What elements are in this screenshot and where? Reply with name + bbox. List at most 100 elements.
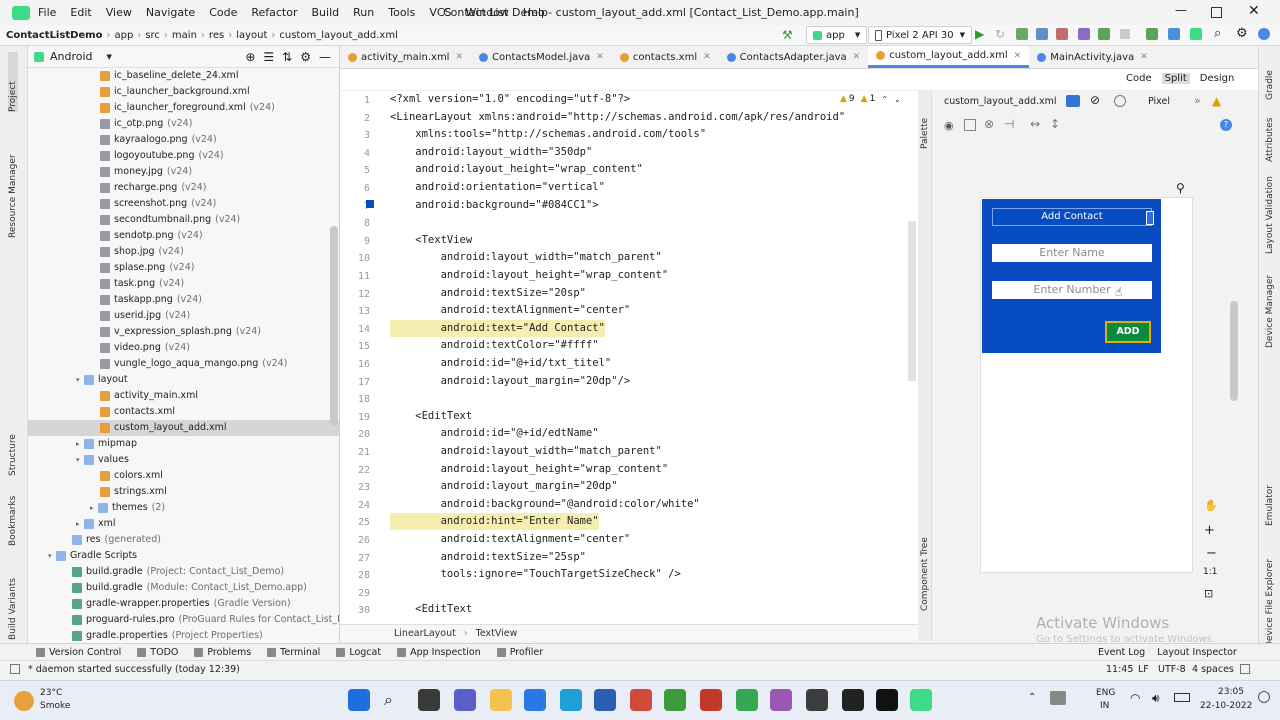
code-line[interactable]: android:id="@+id/txt_titel" — [390, 355, 612, 372]
run-config-select[interactable]: app ▼ — [806, 26, 868, 44]
tool-logcat[interactable]: Logcat — [336, 647, 381, 658]
close-window-icon[interactable]: ✕ — [1248, 3, 1260, 19]
design-mode-button[interactable]: Design — [1200, 73, 1235, 84]
device-manager-icon[interactable] — [1168, 28, 1180, 40]
collapse-all-icon[interactable]: ☰ — [263, 50, 274, 64]
tree-item[interactable]: screenshot.png (v24) — [28, 196, 339, 212]
code-mode-button[interactable]: Code — [1126, 73, 1152, 84]
line-ending[interactable]: LF — [1138, 664, 1149, 675]
code-line[interactable]: android:textSize="25sp" — [390, 549, 586, 566]
chrome-alt-icon[interactable] — [700, 689, 722, 711]
chevron-right-icon[interactable]: ▸ — [76, 436, 84, 452]
resource-manager-tab[interactable]: Resource Manager — [8, 118, 18, 238]
breadcrumb-item[interactable]: app — [114, 30, 133, 41]
tree-item[interactable]: ▾ values — [28, 452, 339, 468]
lock-icon[interactable] — [1240, 664, 1250, 674]
update-icon[interactable] — [1258, 28, 1270, 40]
breadcrumb-item[interactable]: src — [145, 30, 160, 41]
code-line[interactable]: xmlns:tools="http://schemas.android.com/… — [390, 126, 706, 143]
tab-custom-layout-add-xml[interactable]: custom_layout_add.xml ✕ — [868, 46, 1030, 68]
chat-icon[interactable] — [454, 689, 476, 711]
tree-item[interactable]: ▸ mipmap — [28, 436, 339, 452]
tab-mainactivity-java[interactable]: MainActivity.java ✕ — [1029, 46, 1156, 68]
menu-file[interactable]: File — [38, 6, 56, 19]
code-line[interactable]: android:layout_width="match_parent" — [390, 443, 662, 460]
edge-icon[interactable] — [560, 689, 582, 711]
sync-gradle-icon[interactable] — [1146, 28, 1158, 40]
code-line[interactable]: android:textColor="#ffff" — [390, 337, 599, 354]
tree-item[interactable]: build.gradle (Project: Contact_List_Demo) — [28, 564, 339, 580]
tool-terminal[interactable]: Terminal — [267, 647, 320, 658]
chevron-down-icon[interactable]: ▾ — [76, 452, 84, 468]
code-line[interactable]: android:textAlignment="center" — [390, 302, 631, 319]
status-toggle-icon[interactable] — [10, 664, 20, 674]
color-swatch-icon[interactable] — [366, 200, 374, 208]
eye-icon[interactable]: ◉ — [944, 119, 954, 132]
store-icon[interactable] — [524, 689, 546, 711]
orientation-icon[interactable]: ⊘ — [1090, 93, 1100, 107]
apply-changes-icon[interactable] — [1078, 28, 1090, 40]
clear-constraints-icon[interactable]: ⊣ — [1004, 117, 1014, 131]
preview-name-input[interactable]: Enter Name — [992, 244, 1152, 262]
resize-handle[interactable] — [1146, 211, 1154, 225]
device-file-explorer-tab[interactable]: Device File Explorer — [1265, 538, 1275, 648]
tree-item[interactable]: recharge.png (v24) — [28, 180, 339, 196]
close-tab-icon[interactable]: ✕ — [455, 52, 463, 62]
maximize-icon[interactable] — [1211, 7, 1222, 18]
tree-item[interactable]: ic_otp.png (v24) — [28, 116, 339, 132]
tray-app-icon[interactable] — [1050, 691, 1066, 705]
close-tab-icon[interactable]: ✕ — [1014, 51, 1022, 61]
search-icon[interactable]: ⌕ — [1214, 26, 1221, 41]
code-line[interactable]: android:background="@android:color/white… — [390, 496, 700, 513]
tree-item[interactable]: vungle_logo_aqua_mango.png (v24) — [28, 356, 339, 372]
tree-item[interactable]: strings.xml — [28, 484, 339, 500]
target-icon[interactable]: ⊕ — [245, 50, 255, 64]
search-icon[interactable]: ⌕ — [384, 689, 406, 711]
tab-contacts-xml[interactable]: contacts.xml ✕ — [612, 46, 719, 68]
zoom-out-icon[interactable]: − — [1206, 546, 1217, 561]
close-tab-icon[interactable]: ✕ — [703, 52, 711, 62]
apply-code-changes-icon[interactable] — [1098, 28, 1110, 40]
tree-item[interactable]: money.jpg (v24) — [28, 164, 339, 180]
align-icon[interactable]: ↔ — [1030, 117, 1040, 131]
breadcrumb-item[interactable]: main — [172, 30, 197, 41]
app-icon[interactable] — [842, 689, 864, 711]
tool-profiler[interactable]: Profiler — [496, 647, 543, 658]
design-file-select[interactable]: custom_layout_add.xml — [944, 96, 1057, 107]
code-line[interactable]: android:hint="Enter Name" — [390, 513, 599, 531]
tree-item[interactable]: logoyoutube.png (v24) — [28, 148, 339, 164]
chevron-down-icon[interactable]: ▼ — [107, 53, 112, 61]
zoom-fit-icon[interactable]: ⊡ — [1204, 587, 1213, 600]
tree-item[interactable]: ▾ layout — [28, 372, 339, 388]
tree-item[interactable]: v_expression_splash.png (v24) — [28, 324, 339, 340]
menu-tools[interactable]: Tools — [388, 6, 415, 19]
breadcrumb-item[interactable]: ContactListDemo — [6, 30, 102, 41]
code-line[interactable]: android:layout_height="wrap_content" — [390, 461, 669, 478]
tree-item[interactable]: ic_baseline_delete_24.xml — [28, 68, 339, 84]
hammer-icon[interactable]: ⚒ — [782, 28, 796, 42]
tool-event-log[interactable]: Event Log — [1098, 647, 1145, 658]
code-line[interactable]: android:orientation="vertical" — [390, 179, 605, 196]
code-line[interactable]: android:layout_width="350dp" — [390, 144, 592, 161]
device-select[interactable]: Pixel 2 API 30 ▼ — [868, 26, 972, 44]
chevron-down-icon[interactable]: ▾ — [76, 372, 84, 388]
code-line[interactable]: <?xml version="1.0" encoding="utf-8"?> — [390, 91, 630, 108]
weather-temp[interactable]: 23°C — [40, 688, 62, 698]
language-region[interactable]: IN — [1100, 701, 1109, 711]
chrome-green-icon[interactable] — [736, 689, 758, 711]
warning-icon[interactable]: ▲ — [1212, 94, 1221, 108]
tree-item[interactable]: custom_layout_add.xml — [28, 420, 339, 436]
design-surface-icon[interactable] — [1066, 95, 1080, 107]
close-tab-icon[interactable]: ✕ — [596, 52, 604, 62]
debug-icon[interactable] — [1016, 28, 1028, 40]
code-line[interactable]: android:textSize="20sp" — [390, 285, 586, 302]
file-encoding[interactable]: UTF-8 — [1158, 664, 1186, 675]
tree-item[interactable]: ▸ themes (2) — [28, 500, 339, 516]
night-mode-icon[interactable] — [1114, 95, 1126, 107]
breadcrumb-item[interactable]: custom_layout_add.xml — [279, 30, 397, 41]
chrome-icon[interactable] — [630, 689, 652, 711]
task-view-icon[interactable] — [418, 689, 440, 711]
attributes-tab[interactable]: Attributes — [1265, 102, 1275, 162]
run-icon[interactable]: ▶ — [975, 27, 984, 41]
project-view-select[interactable]: Android — [50, 50, 93, 63]
